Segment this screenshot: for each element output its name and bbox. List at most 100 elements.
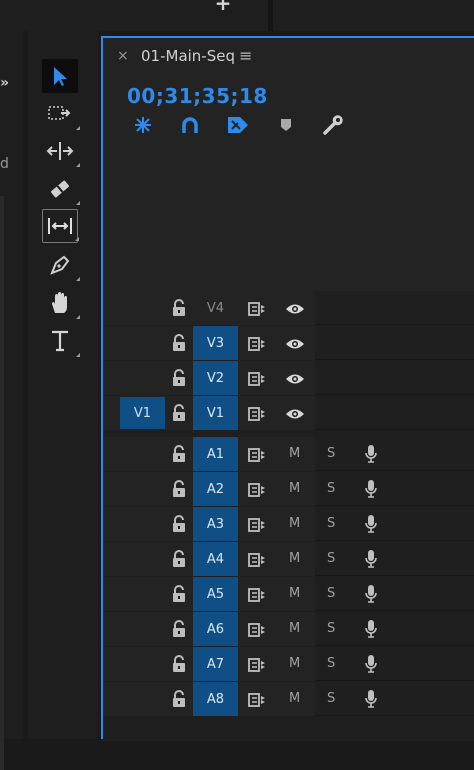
sync-lock-icon[interactable] bbox=[248, 692, 266, 707]
track-target-a7[interactable]: A7 bbox=[193, 647, 238, 681]
sync-lock-icon[interactable] bbox=[248, 517, 266, 532]
tool-flyout-indicator bbox=[76, 353, 80, 357]
lock-track-icon[interactable] bbox=[171, 299, 187, 317]
add-marker-button[interactable] bbox=[225, 113, 251, 137]
video-track-row: V1 V1 bbox=[103, 396, 474, 430]
source-patch-v1[interactable]: V1 bbox=[120, 397, 165, 429]
voice-over-record-icon[interactable] bbox=[364, 654, 378, 674]
audio-track-row: A7 M S bbox=[103, 647, 474, 681]
sync-lock-icon[interactable] bbox=[248, 587, 266, 602]
lock-track-icon[interactable] bbox=[171, 550, 187, 568]
track-target-a5[interactable]: A5 bbox=[193, 577, 238, 611]
linked-selection-button[interactable] bbox=[177, 113, 203, 137]
solo-track-button[interactable]: S bbox=[327, 586, 335, 601]
lock-track-icon[interactable] bbox=[171, 404, 187, 422]
mute-track-button[interactable]: M bbox=[289, 516, 300, 531]
voice-over-record-icon[interactable] bbox=[364, 549, 378, 569]
audio-track-row: A5 M S bbox=[103, 577, 474, 611]
lock-track-icon[interactable] bbox=[171, 620, 187, 638]
track-select-forward-tool[interactable] bbox=[42, 97, 80, 131]
solo-track-button[interactable]: S bbox=[327, 446, 335, 461]
lock-track-icon[interactable] bbox=[171, 480, 187, 498]
mute-track-button[interactable]: M bbox=[289, 621, 300, 636]
mute-track-button[interactable]: M bbox=[289, 656, 300, 671]
sync-lock-icon[interactable] bbox=[248, 336, 266, 351]
mute-track-button[interactable]: M bbox=[289, 691, 300, 706]
solo-track-button[interactable]: S bbox=[327, 516, 335, 531]
toggle-output-eye-icon[interactable] bbox=[285, 301, 305, 315]
sequence-tab-title[interactable]: 01-Main-Seq bbox=[141, 47, 235, 65]
selection-tool[interactable] bbox=[42, 59, 78, 93]
lock-track-icon[interactable] bbox=[171, 585, 187, 603]
lock-track-icon[interactable] bbox=[171, 655, 187, 673]
slip-tool[interactable] bbox=[42, 209, 79, 243]
voice-over-record-icon[interactable] bbox=[364, 689, 378, 709]
solo-track-button[interactable]: S bbox=[327, 691, 335, 706]
linked-selection-icon bbox=[182, 117, 198, 133]
track-target-a2[interactable]: A2 bbox=[193, 472, 238, 506]
hand-icon bbox=[52, 292, 67, 313]
tools-panel bbox=[28, 31, 98, 739]
track-target-a6[interactable]: A6 bbox=[193, 612, 238, 646]
track-target-a3[interactable]: A3 bbox=[193, 507, 238, 541]
mute-track-button[interactable]: M bbox=[289, 551, 300, 566]
voice-over-record-icon[interactable] bbox=[364, 479, 378, 499]
track-target-v2[interactable]: V2 bbox=[193, 361, 238, 395]
sync-lock-icon[interactable] bbox=[248, 622, 266, 637]
sync-lock-icon[interactable] bbox=[248, 371, 266, 386]
sync-lock-icon[interactable] bbox=[248, 657, 266, 672]
toggle-output-eye-icon[interactable] bbox=[285, 371, 305, 385]
mute-track-button[interactable]: M bbox=[289, 481, 300, 496]
timeline-settings-button[interactable] bbox=[320, 113, 346, 137]
snap-in-timeline-button[interactable] bbox=[130, 113, 156, 137]
panel-menu-icon[interactable]: ≡ bbox=[239, 46, 252, 65]
voice-over-record-icon[interactable] bbox=[364, 584, 378, 604]
audio-track-row: A8 M S bbox=[103, 682, 474, 716]
add-button[interactable]: + bbox=[213, 0, 233, 13]
playhead-timecode[interactable]: 00;31;35;18 bbox=[127, 84, 268, 108]
mute-track-button[interactable]: M bbox=[289, 446, 300, 461]
track-target-a8[interactable]: A8 bbox=[193, 682, 238, 716]
marker-button[interactable] bbox=[273, 113, 299, 137]
video-track-row: V2 bbox=[103, 361, 474, 395]
voice-over-record-icon[interactable] bbox=[364, 619, 378, 639]
lock-track-icon[interactable] bbox=[171, 690, 187, 708]
left-panel-divider bbox=[0, 196, 4, 770]
sync-lock-icon[interactable] bbox=[248, 447, 266, 462]
track-target-v4[interactable]: V4 bbox=[193, 291, 238, 325]
ripple-edit-tool[interactable] bbox=[42, 134, 80, 168]
track-target-a4[interactable]: A4 bbox=[193, 542, 238, 576]
track-target-v1[interactable]: V1 bbox=[193, 396, 238, 430]
lock-track-icon[interactable] bbox=[171, 445, 187, 463]
expand-panels-icon[interactable]: » bbox=[0, 75, 9, 91]
solo-track-button[interactable]: S bbox=[327, 551, 335, 566]
tool-flyout-indicator bbox=[76, 315, 80, 319]
voice-over-record-icon[interactable] bbox=[364, 514, 378, 534]
solo-track-button[interactable]: S bbox=[327, 656, 335, 671]
mute-track-button[interactable]: M bbox=[289, 586, 300, 601]
sync-lock-icon[interactable] bbox=[248, 301, 266, 316]
type-tool[interactable] bbox=[42, 324, 80, 358]
timeline-panel: × 01-Main-Seq ≡ 00;31;35;18 V4 V3 V2 V1 V1 A1… bbox=[101, 36, 474, 741]
track-target-v3[interactable]: V3 bbox=[193, 326, 238, 360]
top-strip: + bbox=[0, 0, 474, 31]
panel-divider bbox=[268, 0, 273, 31]
voice-over-record-icon[interactable] bbox=[364, 444, 378, 464]
razor-tool[interactable] bbox=[42, 172, 80, 206]
pen-tool[interactable] bbox=[42, 248, 80, 282]
toggle-output-eye-icon[interactable] bbox=[285, 406, 305, 420]
toggle-output-eye-icon[interactable] bbox=[285, 336, 305, 350]
solo-track-button[interactable]: S bbox=[327, 621, 335, 636]
hand-tool[interactable] bbox=[42, 286, 80, 320]
solo-track-button[interactable]: S bbox=[327, 481, 335, 496]
left-panel: » d bbox=[0, 31, 23, 770]
track-target-a1[interactable]: A1 bbox=[193, 437, 238, 471]
sync-lock-icon[interactable] bbox=[248, 482, 266, 497]
lock-track-icon[interactable] bbox=[171, 369, 187, 387]
sync-lock-icon[interactable] bbox=[248, 552, 266, 567]
close-tab-button[interactable]: × bbox=[117, 48, 129, 64]
lock-track-icon[interactable] bbox=[171, 334, 187, 352]
sync-lock-icon[interactable] bbox=[248, 406, 266, 421]
lock-track-icon[interactable] bbox=[171, 515, 187, 533]
timeline-settings-wrench-icon bbox=[323, 115, 343, 135]
